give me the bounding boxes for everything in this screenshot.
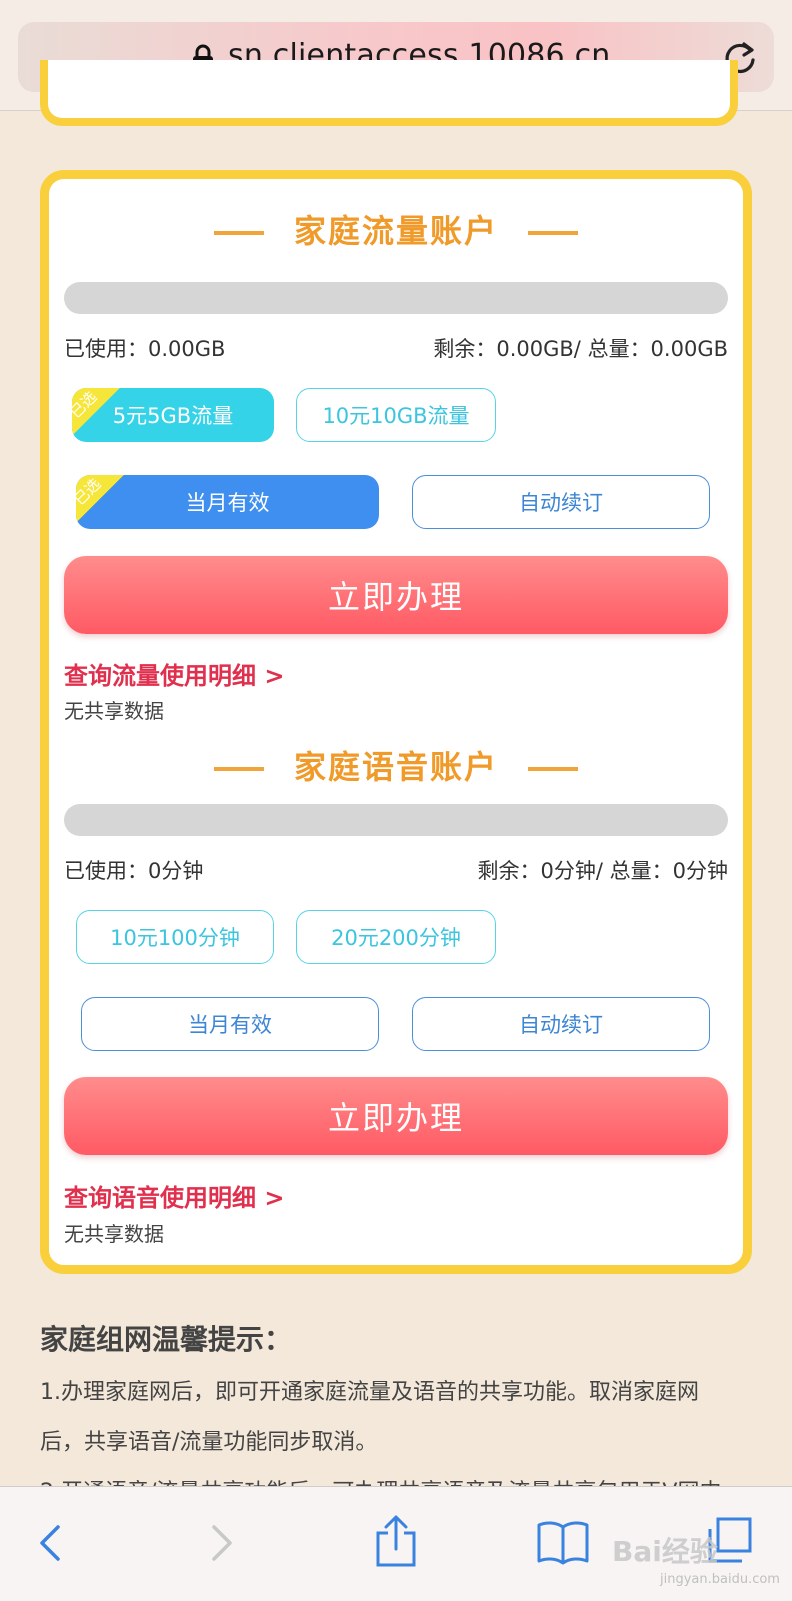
voice-package-200min-label: 20元200分钟: [331, 926, 461, 950]
voice-validity-auto-label: 自动续订: [519, 1013, 603, 1037]
voice-share-note: 无共享数据: [64, 1222, 164, 1246]
voice-validity-month[interactable]: 当月有效: [81, 997, 379, 1051]
tips-line: 1.办理家庭网后，即可开通家庭流量及语音的共享功能。取消家庭网: [40, 1380, 699, 1405]
flow-validity-month-label: 当月有效: [185, 491, 270, 515]
voice-progress-bar: [64, 804, 728, 836]
voice-remain: 剩余：0分钟/ 总量：0分钟: [477, 859, 728, 883]
forward-icon[interactable]: [210, 1523, 236, 1563]
flow-package-10gb-label: 10元10GB流量: [322, 404, 470, 428]
tips-title: 家庭组网温馨提示：: [40, 1323, 293, 1356]
voice-title-text: 家庭语音账户: [293, 748, 498, 786]
bookmarks-icon[interactable]: [536, 1519, 590, 1565]
flow-package-5gb[interactable]: 已选 5元5GB流量: [72, 388, 274, 442]
flow-detail-link[interactable]: 查询流量使用明细 >: [64, 656, 284, 691]
tips-line: 后，共享语音/流量功能同步取消。: [40, 1430, 378, 1455]
flow-remain: 剩余：0.00GB/ 总量：0.00GB: [433, 337, 728, 361]
voice-package-200min[interactable]: 20元200分钟: [296, 910, 496, 964]
title-dash-left: [213, 767, 264, 771]
flow-submit-button[interactable]: 立即办理: [64, 556, 728, 634]
voice-package-100min[interactable]: 10元100分钟: [76, 910, 274, 964]
flow-validity-auto-label: 自动续订: [519, 491, 603, 515]
flow-progress-bar: [64, 282, 728, 314]
flow-validity-month[interactable]: 已选 当月有效: [76, 475, 379, 529]
voice-validity-auto[interactable]: 自动续订: [412, 997, 710, 1051]
previous-card-edge: [40, 60, 738, 126]
voice-validity-month-label: 当月有效: [188, 1013, 272, 1037]
voice-used: 已使用：0分钟: [64, 859, 204, 883]
baidu-watermark-url: jingyan.baidu.com: [660, 1572, 780, 1587]
flow-share-note: 无共享数据: [64, 699, 164, 723]
title-dash-right: [528, 231, 578, 235]
flow-package-10gb[interactable]: 10元10GB流量: [296, 388, 496, 442]
flow-used: 已使用：0.00GB: [64, 337, 226, 361]
share-icon[interactable]: [374, 1513, 418, 1569]
selected-tag: 已选: [76, 475, 130, 529]
back-icon[interactable]: [36, 1523, 62, 1563]
flow-package-5gb-label: 5元5GB流量: [112, 404, 234, 428]
baidu-watermark: Bai经验: [612, 1535, 718, 1568]
voice-section-title: 家庭语音账户: [0, 742, 792, 788]
selected-tag: 已选: [72, 388, 126, 442]
title-dash-right: [528, 767, 578, 771]
voice-submit-button[interactable]: 立即办理: [64, 1077, 728, 1155]
flow-section-title: 家庭流量账户: [0, 206, 792, 252]
voice-package-100min-label: 10元100分钟: [110, 926, 240, 950]
voice-detail-link[interactable]: 查询语音使用明细 >: [64, 1178, 284, 1213]
flow-title-text: 家庭流量账户: [293, 212, 498, 250]
title-dash-left: [213, 231, 264, 235]
flow-validity-auto[interactable]: 自动续订: [412, 475, 710, 529]
